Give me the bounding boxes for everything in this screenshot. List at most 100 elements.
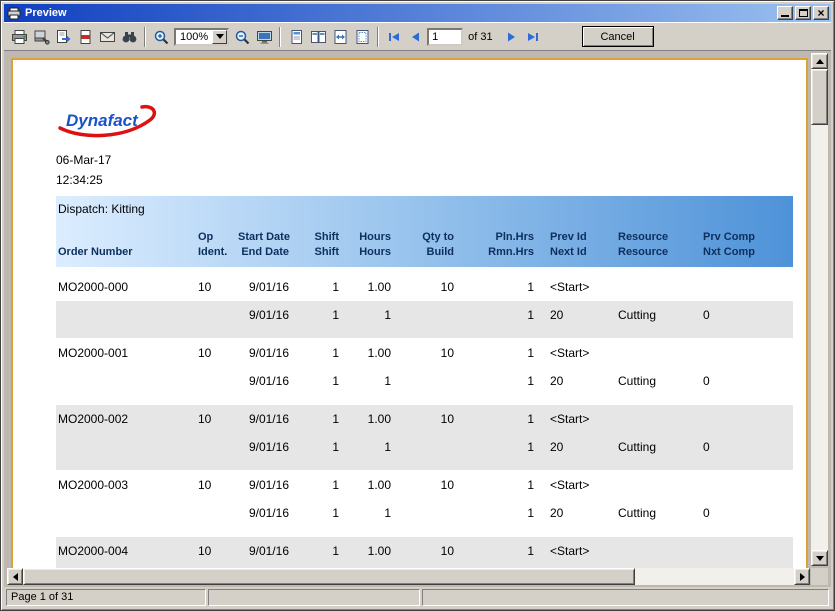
horizontal-scrollbar[interactable] bbox=[7, 568, 810, 585]
table-cell bbox=[196, 499, 236, 527]
minimize-button[interactable] bbox=[777, 6, 793, 20]
scroll-right-button[interactable] bbox=[794, 568, 810, 585]
group-header: Dispatch: Kitting bbox=[56, 202, 793, 218]
table-row: MO2000-003109/01/1611.00101<Start> bbox=[56, 471, 793, 499]
toolbar-separator bbox=[377, 27, 379, 47]
page-width-icon bbox=[332, 29, 349, 45]
email-icon bbox=[99, 29, 116, 45]
table-cell: 0 bbox=[701, 367, 793, 395]
table-cell bbox=[393, 301, 456, 329]
table-cell bbox=[393, 499, 456, 527]
zoom-in-icon bbox=[153, 29, 170, 45]
vertical-scroll-thumb[interactable] bbox=[811, 69, 828, 125]
table-cell: 1 bbox=[456, 471, 536, 499]
view-margins-button[interactable] bbox=[351, 26, 373, 48]
search-button[interactable] bbox=[118, 26, 140, 48]
horizontal-scroll-track[interactable] bbox=[635, 568, 794, 585]
table-cell: 1.00 bbox=[341, 273, 393, 301]
table-row: MO2000-001109/01/1611.00101<Start> bbox=[56, 339, 793, 367]
table-cell bbox=[393, 433, 456, 461]
email-button[interactable] bbox=[96, 26, 118, 48]
table-cell: 1 bbox=[341, 499, 393, 527]
view-facing-pages-button[interactable] bbox=[307, 26, 329, 48]
prev-page-icon bbox=[408, 29, 424, 45]
zoom-in-button[interactable] bbox=[150, 26, 172, 48]
maximize-button[interactable] bbox=[795, 6, 811, 20]
table-cell: Cutting bbox=[616, 367, 701, 395]
scroll-left-button[interactable] bbox=[7, 568, 23, 585]
report-time: 12:34:25 bbox=[56, 170, 795, 190]
table-cell: 9/01/16 bbox=[236, 367, 291, 395]
close-icon: × bbox=[817, 8, 824, 18]
table-cell: 1 bbox=[456, 301, 536, 329]
page-number-input[interactable] bbox=[427, 28, 463, 46]
export-pdf-button[interactable] bbox=[74, 26, 96, 48]
table-cell bbox=[56, 301, 196, 329]
window-printer-icon bbox=[7, 7, 21, 20]
table-cell: 1 bbox=[341, 367, 393, 395]
table-cell: 1.00 bbox=[341, 405, 393, 433]
table-cell: 1.00 bbox=[341, 471, 393, 499]
scroll-up-button[interactable] bbox=[811, 53, 828, 69]
horizontal-scroll-thumb[interactable] bbox=[23, 568, 635, 585]
view-page-width-button[interactable] bbox=[329, 26, 351, 48]
table-row: 9/01/1611120Cutting0 bbox=[56, 499, 793, 527]
next-page-icon bbox=[503, 29, 519, 45]
zoom-dropdown-button[interactable] bbox=[212, 30, 227, 44]
status-panel bbox=[422, 589, 829, 606]
table-cell: Cutting bbox=[616, 301, 701, 329]
arrow-down-icon bbox=[816, 556, 824, 561]
view-single-page-button[interactable] bbox=[285, 26, 307, 48]
column-header: End Date bbox=[236, 245, 291, 260]
table-cell bbox=[616, 537, 701, 565]
print-setup-button[interactable] bbox=[30, 26, 52, 48]
prev-page-button[interactable] bbox=[405, 26, 427, 48]
column-header: Prv Comp bbox=[701, 230, 793, 245]
page-margins-icon bbox=[354, 29, 371, 45]
print-button[interactable] bbox=[8, 26, 30, 48]
table-row: MO2000-002109/01/1611.00101<Start> bbox=[56, 405, 793, 433]
close-button[interactable]: × bbox=[813, 6, 829, 20]
table-cell: <Start> bbox=[536, 471, 616, 499]
table-cell: 1 bbox=[456, 339, 536, 367]
table-cell: MO2000-004 bbox=[56, 537, 196, 565]
vertical-scrollbar[interactable] bbox=[811, 53, 828, 566]
table-cell: 1 bbox=[341, 301, 393, 329]
zoom-out-button[interactable] bbox=[231, 26, 253, 48]
column-header bbox=[56, 230, 196, 245]
table-cell: MO2000-002 bbox=[56, 405, 196, 433]
table-cell: MO2000-003 bbox=[56, 471, 196, 499]
table-cell: Cutting bbox=[616, 433, 701, 461]
table-cell: 1 bbox=[456, 367, 536, 395]
table-cell: 10 bbox=[393, 339, 456, 367]
fit-window-button[interactable] bbox=[253, 26, 275, 48]
table-cell: 1 bbox=[456, 433, 536, 461]
titlebar[interactable]: Preview × bbox=[4, 4, 831, 22]
next-page-button[interactable] bbox=[500, 26, 522, 48]
table-cell bbox=[701, 273, 793, 301]
chevron-down-icon bbox=[216, 34, 224, 39]
table-cell bbox=[616, 273, 701, 301]
logo-swoosh-icon bbox=[56, 98, 168, 146]
table-cell bbox=[701, 537, 793, 565]
table-cell: 20 bbox=[536, 433, 616, 461]
table-cell bbox=[701, 339, 793, 367]
first-page-button[interactable] bbox=[383, 26, 405, 48]
last-page-button[interactable] bbox=[522, 26, 544, 48]
column-header: Hours bbox=[341, 245, 393, 260]
export-icon bbox=[55, 29, 72, 45]
table-cell bbox=[56, 499, 196, 527]
scroll-down-button[interactable] bbox=[811, 550, 828, 566]
table-cell: 1 bbox=[456, 537, 536, 565]
vertical-scroll-track[interactable] bbox=[811, 125, 828, 550]
table-cell: <Start> bbox=[536, 537, 616, 565]
table-cell: 10 bbox=[393, 537, 456, 565]
export-button[interactable] bbox=[52, 26, 74, 48]
table-cell: 1 bbox=[291, 273, 341, 301]
cancel-button[interactable]: Cancel bbox=[582, 26, 654, 47]
report-body: MO2000-000109/01/1611.00101<Start>9/01/1… bbox=[56, 273, 793, 565]
monitor-icon bbox=[256, 29, 273, 45]
zoom-combobox[interactable]: 100% bbox=[174, 28, 229, 46]
table-cell bbox=[196, 301, 236, 329]
table-cell: 0 bbox=[701, 499, 793, 527]
